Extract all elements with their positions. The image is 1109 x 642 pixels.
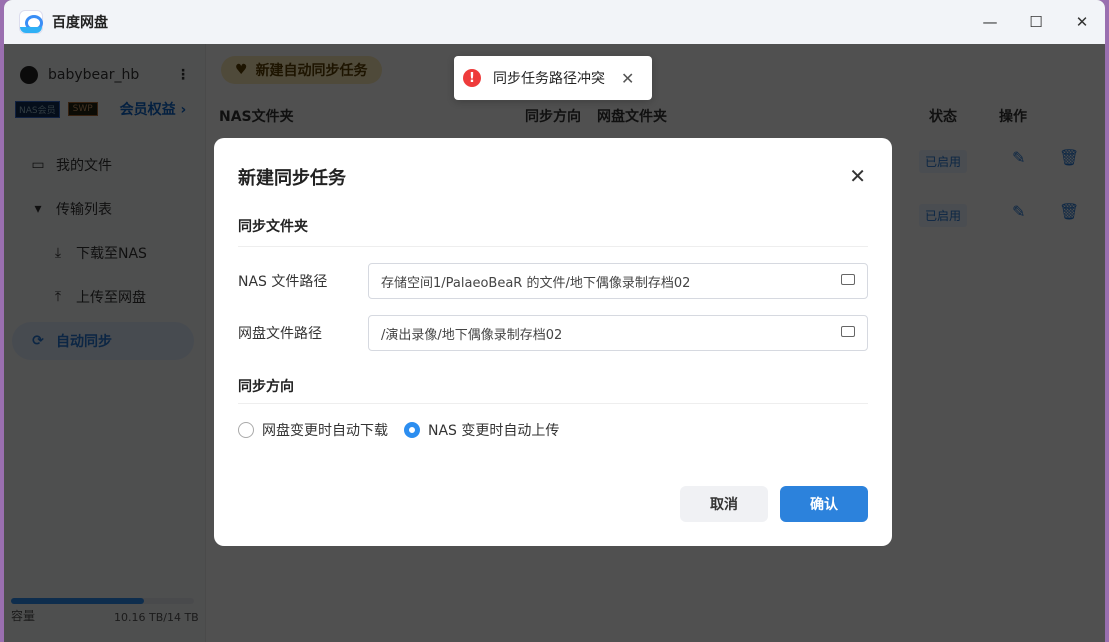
divider bbox=[238, 246, 868, 247]
new-sync-task-dialog: 新建同步任务 ✕ 同步文件夹 NAS 文件路径 存储空间1/PalaeoBeaR… bbox=[214, 138, 892, 546]
section-sync-folder: 同步文件夹 bbox=[238, 219, 308, 235]
new-sync-task-button[interactable]: ♥ 新建自动同步任务 bbox=[221, 56, 382, 84]
app-title: 百度网盘 bbox=[52, 15, 108, 31]
nas-path-label: NAS 文件路径 bbox=[238, 274, 328, 290]
radio-label: NAS 变更时自动上传 bbox=[428, 423, 560, 439]
avatar bbox=[20, 66, 38, 84]
column-cloud-folder: 网盘文件夹 bbox=[597, 109, 667, 125]
sidebar-item-label: 传输列表 bbox=[56, 202, 112, 218]
edit-icon[interactable]: ✎ bbox=[1012, 202, 1025, 221]
sidebar-item-auto-sync[interactable]: ⟳ 自动同步 bbox=[12, 322, 194, 360]
sync-icon: ⟳ bbox=[32, 333, 44, 349]
folder-icon[interactable] bbox=[841, 326, 855, 337]
button-label: 新建自动同步任务 bbox=[255, 63, 368, 79]
edit-icon[interactable]: ✎ bbox=[1012, 148, 1025, 167]
download-icon: ⤓ bbox=[54, 245, 62, 261]
sidebar-item-upload-cloud[interactable]: ⤒ 上传至网盘 bbox=[12, 278, 194, 316]
error-toast: ! 同步任务路径冲突 ✕ bbox=[454, 56, 652, 100]
folder-icon: ▭ bbox=[31, 157, 45, 173]
close-dialog-icon[interactable]: ✕ bbox=[849, 164, 866, 188]
radio-unchecked-icon[interactable] bbox=[238, 422, 254, 438]
username: babybear_hb bbox=[48, 67, 140, 83]
close-window-button[interactable]: ✕ bbox=[1059, 0, 1105, 44]
status-badge: 已启用 bbox=[919, 204, 968, 227]
maximize-button[interactable]: ☐ bbox=[1013, 0, 1059, 44]
folder-icon[interactable] bbox=[841, 274, 855, 285]
nas-member-badge: NAS会员 bbox=[15, 100, 60, 118]
nas-path-input[interactable]: 存储空间1/PalaeoBeaR 的文件/地下偶像录制存档02 bbox=[368, 263, 868, 299]
user-account[interactable]: babybear_hb ⋮ bbox=[20, 66, 190, 84]
sidebar-item-label: 我的文件 bbox=[56, 158, 112, 174]
minimize-button[interactable]: — bbox=[967, 0, 1013, 44]
sidebar: babybear_hb ⋮ NAS会员 SWP 会员权益 › ▭ 我的文件 ▾ 传输… bbox=[4, 44, 206, 642]
storage-value: 10.16 TB/14 TB bbox=[114, 611, 199, 624]
column-status: 状态 bbox=[929, 109, 957, 125]
heart-icon: ♥ bbox=[235, 62, 248, 78]
toast-message: 同步任务路径冲突 bbox=[493, 71, 605, 87]
cloud-path-label: 网盘文件路径 bbox=[238, 326, 322, 342]
sidebar-item-label: 上传至网盘 bbox=[76, 290, 146, 306]
error-icon: ! bbox=[463, 69, 481, 87]
more-icon[interactable]: ⋮ bbox=[176, 67, 190, 83]
sidebar-item-transfer-list[interactable]: ▾ 传输列表 bbox=[12, 190, 194, 228]
storage-bar-fill bbox=[11, 598, 144, 604]
cancel-button[interactable]: 取消 bbox=[680, 486, 768, 522]
radio-checked-icon[interactable] bbox=[404, 422, 420, 438]
delete-icon[interactable]: 🗑 bbox=[1059, 148, 1079, 167]
confirm-button[interactable]: 确认 bbox=[780, 486, 868, 522]
upload-icon: ⤒ bbox=[54, 289, 62, 305]
radio-auto-upload[interactable]: NAS 变更时自动上传 bbox=[404, 420, 559, 440]
radio-label: 网盘变更时自动下载 bbox=[262, 423, 388, 439]
caret-down-icon: ▾ bbox=[34, 201, 42, 217]
close-toast-icon[interactable]: ✕ bbox=[621, 69, 634, 88]
baidu-netdisk-logo-icon bbox=[19, 10, 43, 34]
swp-badge: SWP bbox=[67, 102, 98, 116]
delete-icon[interactable]: 🗑 bbox=[1059, 202, 1079, 221]
radio-auto-download[interactable]: 网盘变更时自动下载 bbox=[238, 420, 388, 440]
vip-benefits-link[interactable]: 会员权益 › bbox=[120, 99, 187, 119]
dialog-title: 新建同步任务 bbox=[238, 168, 346, 189]
sidebar-item-my-files[interactable]: ▭ 我的文件 bbox=[12, 146, 194, 184]
nas-path-value: 存储空间1/PalaeoBeaR 的文件/地下偶像录制存档02 bbox=[381, 275, 691, 291]
sidebar-item-label: 自动同步 bbox=[56, 334, 112, 350]
status-badge: 已启用 bbox=[919, 150, 968, 173]
sidebar-item-label: 下载至NAS bbox=[76, 246, 147, 262]
storage-bar bbox=[11, 598, 194, 604]
column-direction: 同步方向 bbox=[525, 109, 581, 125]
section-sync-direction: 同步方向 bbox=[238, 379, 294, 395]
cloud-path-value: /演出录像/地下偶像录制存档02 bbox=[381, 327, 563, 343]
column-nas-folder: NAS文件夹 bbox=[219, 109, 294, 125]
column-actions: 操作 bbox=[999, 109, 1027, 125]
divider bbox=[238, 403, 868, 404]
title-bar: 百度网盘 — ☐ ✕ bbox=[4, 0, 1105, 44]
storage-label: 容量 bbox=[11, 609, 36, 623]
sidebar-item-download-nas[interactable]: ⤓ 下载至NAS bbox=[12, 234, 194, 272]
cloud-path-input[interactable]: /演出录像/地下偶像录制存档02 bbox=[368, 315, 868, 351]
